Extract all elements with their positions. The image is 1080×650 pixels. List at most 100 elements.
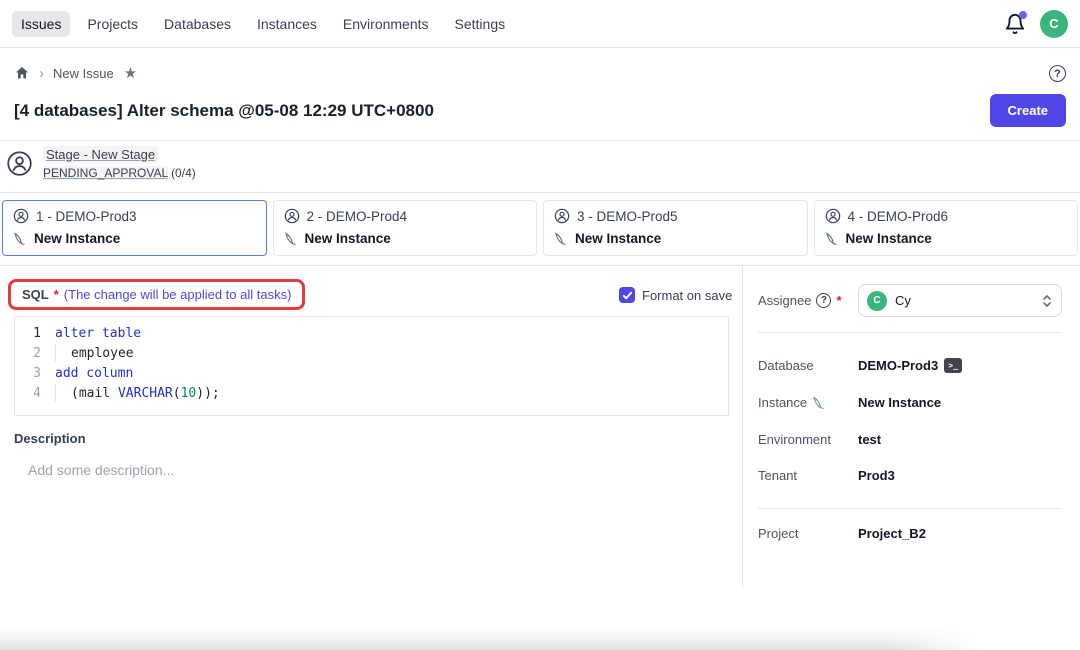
sql-label-annotation: SQL * (The change will be applied to all … bbox=[8, 279, 305, 310]
bytebase-new-issue-page: Issues Projects Databases Instances Envi… bbox=[0, 0, 1080, 650]
divider bbox=[758, 508, 1062, 509]
sql-token: )); bbox=[196, 386, 219, 401]
task-card-label: 3 - DEMO-Prod5 bbox=[577, 209, 678, 224]
database-row: Database DEMO-Prod3 >_ bbox=[758, 358, 1062, 373]
task-card-3[interactable]: 3 - DEMO-Prod5 New Instance bbox=[543, 200, 808, 256]
approver-icon bbox=[284, 208, 300, 224]
home-icon[interactable] bbox=[14, 65, 30, 81]
title-row: [4 databases] Alter schema @05-08 12:29 … bbox=[14, 94, 1066, 127]
task-card-label: 1 - DEMO-Prod3 bbox=[36, 209, 137, 224]
notification-bell-icon[interactable] bbox=[1004, 13, 1026, 35]
task-card-1[interactable]: 1 - DEMO-Prod3 New Instance bbox=[2, 200, 267, 256]
top-navigation: Issues Projects Databases Instances Envi… bbox=[0, 0, 1080, 48]
chevron-up-down-icon bbox=[1041, 293, 1053, 309]
breadcrumb-page-label: New Issue bbox=[53, 66, 114, 81]
description-label: Description bbox=[14, 431, 86, 446]
terminal-icon[interactable]: >_ bbox=[944, 358, 962, 373]
sql-label: SQL bbox=[22, 287, 49, 302]
assignee-help-icon[interactable]: ? bbox=[816, 293, 831, 308]
sql-editor[interactable]: 1alter table 2 employee 3add column 4 (mai… bbox=[14, 316, 729, 416]
nav-item-databases[interactable]: Databases bbox=[155, 11, 240, 37]
task-card-label: 2 - DEMO-Prod4 bbox=[307, 209, 408, 224]
favorite-star-icon[interactable]: ★ bbox=[124, 64, 137, 82]
format-on-save-toggle[interactable]: Format on save bbox=[619, 287, 732, 303]
editor-line[interactable]: 2 employee bbox=[15, 344, 728, 364]
indent-guide bbox=[55, 384, 71, 402]
approver-icon bbox=[13, 208, 29, 224]
tenant-label: Tenant bbox=[758, 468, 797, 483]
assignee-label: Assignee bbox=[758, 293, 811, 308]
format-on-save-label: Format on save bbox=[642, 288, 732, 303]
help-icon[interactable]: ? bbox=[1049, 65, 1066, 82]
db-engine-icon bbox=[812, 396, 826, 410]
sql-token: alter table bbox=[55, 326, 141, 341]
task-card-list: 1 - DEMO-Prod3 New Instance 2 - DEMO-Pro… bbox=[2, 200, 1078, 256]
description-input[interactable]: Add some description... bbox=[28, 462, 174, 478]
assignee-value: Cy bbox=[895, 293, 911, 308]
environment-value: test bbox=[858, 432, 881, 447]
format-on-save-checkbox[interactable] bbox=[619, 287, 635, 303]
nav-item-projects[interactable]: Projects bbox=[78, 11, 147, 37]
user-avatar[interactable]: C bbox=[1040, 10, 1068, 38]
divider bbox=[742, 266, 743, 588]
nav-item-issues[interactable]: Issues bbox=[12, 11, 70, 37]
task-card-label: 4 - DEMO-Prod6 bbox=[848, 209, 949, 224]
db-engine-icon bbox=[13, 232, 27, 246]
instance-value: New Instance bbox=[858, 395, 941, 410]
sql-token: (mail bbox=[71, 386, 118, 401]
line-number: 2 bbox=[15, 344, 55, 364]
help-button-wrap: ? bbox=[1049, 64, 1066, 83]
task-card-instance: New Instance bbox=[575, 231, 661, 246]
tenant-value: Prod3 bbox=[858, 468, 895, 483]
create-button[interactable]: Create bbox=[990, 94, 1066, 127]
breadcrumb-separator: › bbox=[39, 65, 44, 82]
task-card-instance: New Instance bbox=[34, 231, 120, 246]
sql-token: ( bbox=[173, 386, 181, 401]
nav-item-settings[interactable]: Settings bbox=[446, 11, 515, 37]
stage-status-link[interactable]: PENDING_APPROVAL bbox=[43, 166, 168, 180]
db-engine-icon bbox=[825, 232, 839, 246]
breadcrumb: › New Issue ★ ? bbox=[0, 48, 1080, 98]
divider bbox=[758, 332, 1062, 333]
project-value[interactable]: Project_B2 bbox=[858, 526, 926, 541]
assignee-required-mark: * bbox=[836, 293, 841, 308]
stage-texts: Stage - New Stage PENDING_APPROVAL (0/4) bbox=[43, 146, 196, 180]
assignee-select[interactable]: C Cy bbox=[858, 284, 1062, 317]
editor-line[interactable]: 3add column bbox=[15, 364, 728, 384]
stage-status-line: PENDING_APPROVAL (0/4) bbox=[43, 166, 196, 180]
nav-item-instances[interactable]: Instances bbox=[248, 11, 326, 37]
task-card-4[interactable]: 4 - DEMO-Prod6 New Instance bbox=[814, 200, 1079, 256]
sql-token: add column bbox=[55, 366, 133, 381]
instance-row: Instance New Instance bbox=[758, 395, 1062, 410]
topnav-right: C bbox=[1004, 10, 1068, 38]
stage-section: Stage - New Stage PENDING_APPROVAL (0/4) bbox=[6, 146, 196, 180]
approver-icon bbox=[825, 208, 841, 224]
sql-token: 10 bbox=[181, 386, 197, 401]
task-card-instance: New Instance bbox=[305, 231, 391, 246]
approver-icon bbox=[6, 150, 33, 177]
sql-token: VARCHAR bbox=[118, 386, 173, 401]
editor-line[interactable]: 1alter table bbox=[15, 324, 728, 344]
line-number: 4 bbox=[15, 384, 55, 404]
environment-row: Environment test bbox=[758, 432, 1062, 447]
indent-guide bbox=[55, 344, 71, 362]
editor-line[interactable]: 4 (mail VARCHAR(10)); bbox=[15, 384, 728, 404]
nav-items: Issues Projects Databases Instances Envi… bbox=[12, 11, 514, 37]
divider bbox=[0, 265, 1080, 266]
sql-required-mark: * bbox=[54, 287, 59, 302]
stage-name-link[interactable]: Stage - New Stage bbox=[43, 146, 158, 163]
task-card-instance: New Instance bbox=[846, 231, 932, 246]
nav-item-environments[interactable]: Environments bbox=[334, 11, 438, 37]
project-label: Project bbox=[758, 526, 798, 541]
task-card-2[interactable]: 2 - DEMO-Prod4 New Instance bbox=[273, 200, 538, 256]
db-engine-icon bbox=[554, 232, 568, 246]
sql-token: employee bbox=[71, 346, 134, 361]
page-title: [4 databases] Alter schema @05-08 12:29 … bbox=[14, 94, 434, 121]
database-label: Database bbox=[758, 358, 814, 373]
assignee-row: Assignee ? * C Cy bbox=[758, 284, 1062, 317]
sql-hint: (The change will be applied to all tasks… bbox=[64, 287, 292, 302]
assignee-avatar: C bbox=[867, 291, 887, 311]
approver-icon bbox=[554, 208, 570, 224]
bottom-overlay-shadow bbox=[0, 626, 982, 650]
database-value[interactable]: DEMO-Prod3 bbox=[858, 358, 938, 373]
